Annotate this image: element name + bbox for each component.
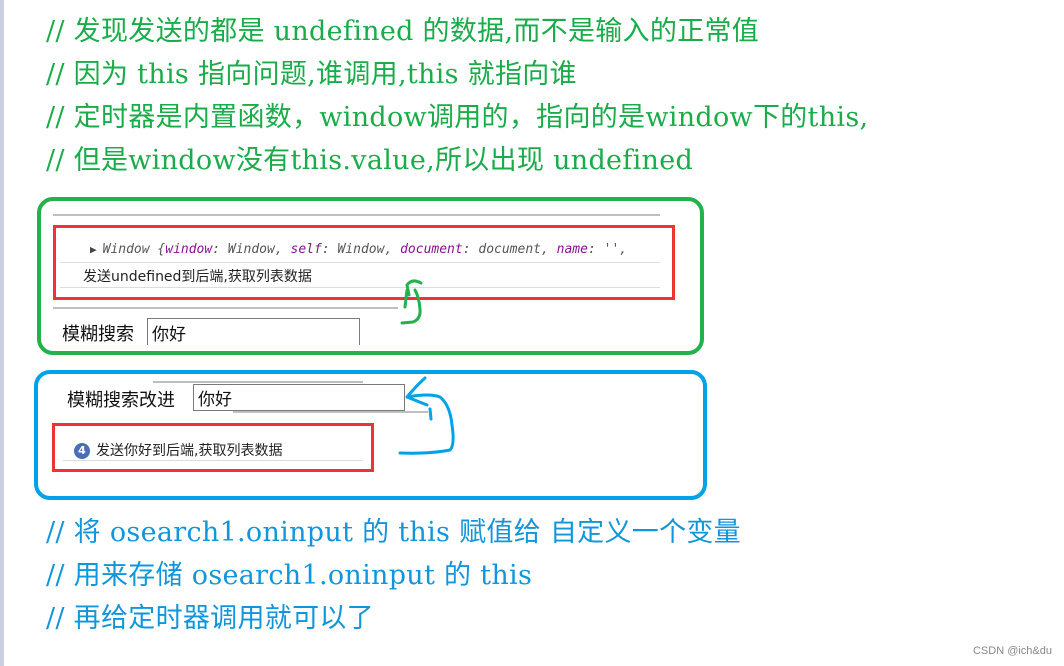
comment-line: // 发现发送的都是 undefined 的数据,而不是输入的正常值 <box>46 16 760 47</box>
console-window-object[interactable]: ▶ Window {window: Window, self: Window, d… <box>90 242 627 257</box>
console-log-message: 4 发送你好到后端,获取列表数据 <box>74 440 282 460</box>
expand-triangle-icon[interactable]: ▶ <box>90 243 97 256</box>
comment-line: // 但是window没有this.value,所以出现 undefined <box>46 145 694 176</box>
editor-gutter <box>0 0 4 666</box>
divider <box>153 381 363 383</box>
hand-drawn-arrow-icon <box>398 376 455 455</box>
search-label: 模糊搜索 <box>62 324 134 345</box>
search-label: 模糊搜索改进 <box>67 390 175 411</box>
log-count-badge: 4 <box>74 443 90 459</box>
comment-line: // 定时器是内置函数，window调用的，指向的是window下的this, <box>46 102 869 133</box>
comment-line: // 再给定时器调用就可以了 <box>46 603 374 634</box>
hand-drawn-arrow-icon <box>400 279 423 325</box>
comment-line: // 用来存储 osearch1.oninput 的 this <box>46 560 533 591</box>
divider <box>53 307 398 309</box>
search-input[interactable] <box>147 318 360 345</box>
watermark: CSDN @ich&du <box>972 645 1052 657</box>
console-row-divider <box>63 460 363 461</box>
console-row-divider <box>60 262 660 263</box>
search-input[interactable] <box>193 384 405 411</box>
divider <box>53 214 660 216</box>
console-log-message: 发送undefined到后端,获取列表数据 <box>83 269 312 285</box>
console-row-divider <box>60 287 660 288</box>
comment-line: // 将 osearch1.oninput 的 this 赋值给 自定义一个变量 <box>46 517 741 548</box>
comment-line: // 因为 this 指向问题,谁调用,this 就指向谁 <box>46 59 577 90</box>
